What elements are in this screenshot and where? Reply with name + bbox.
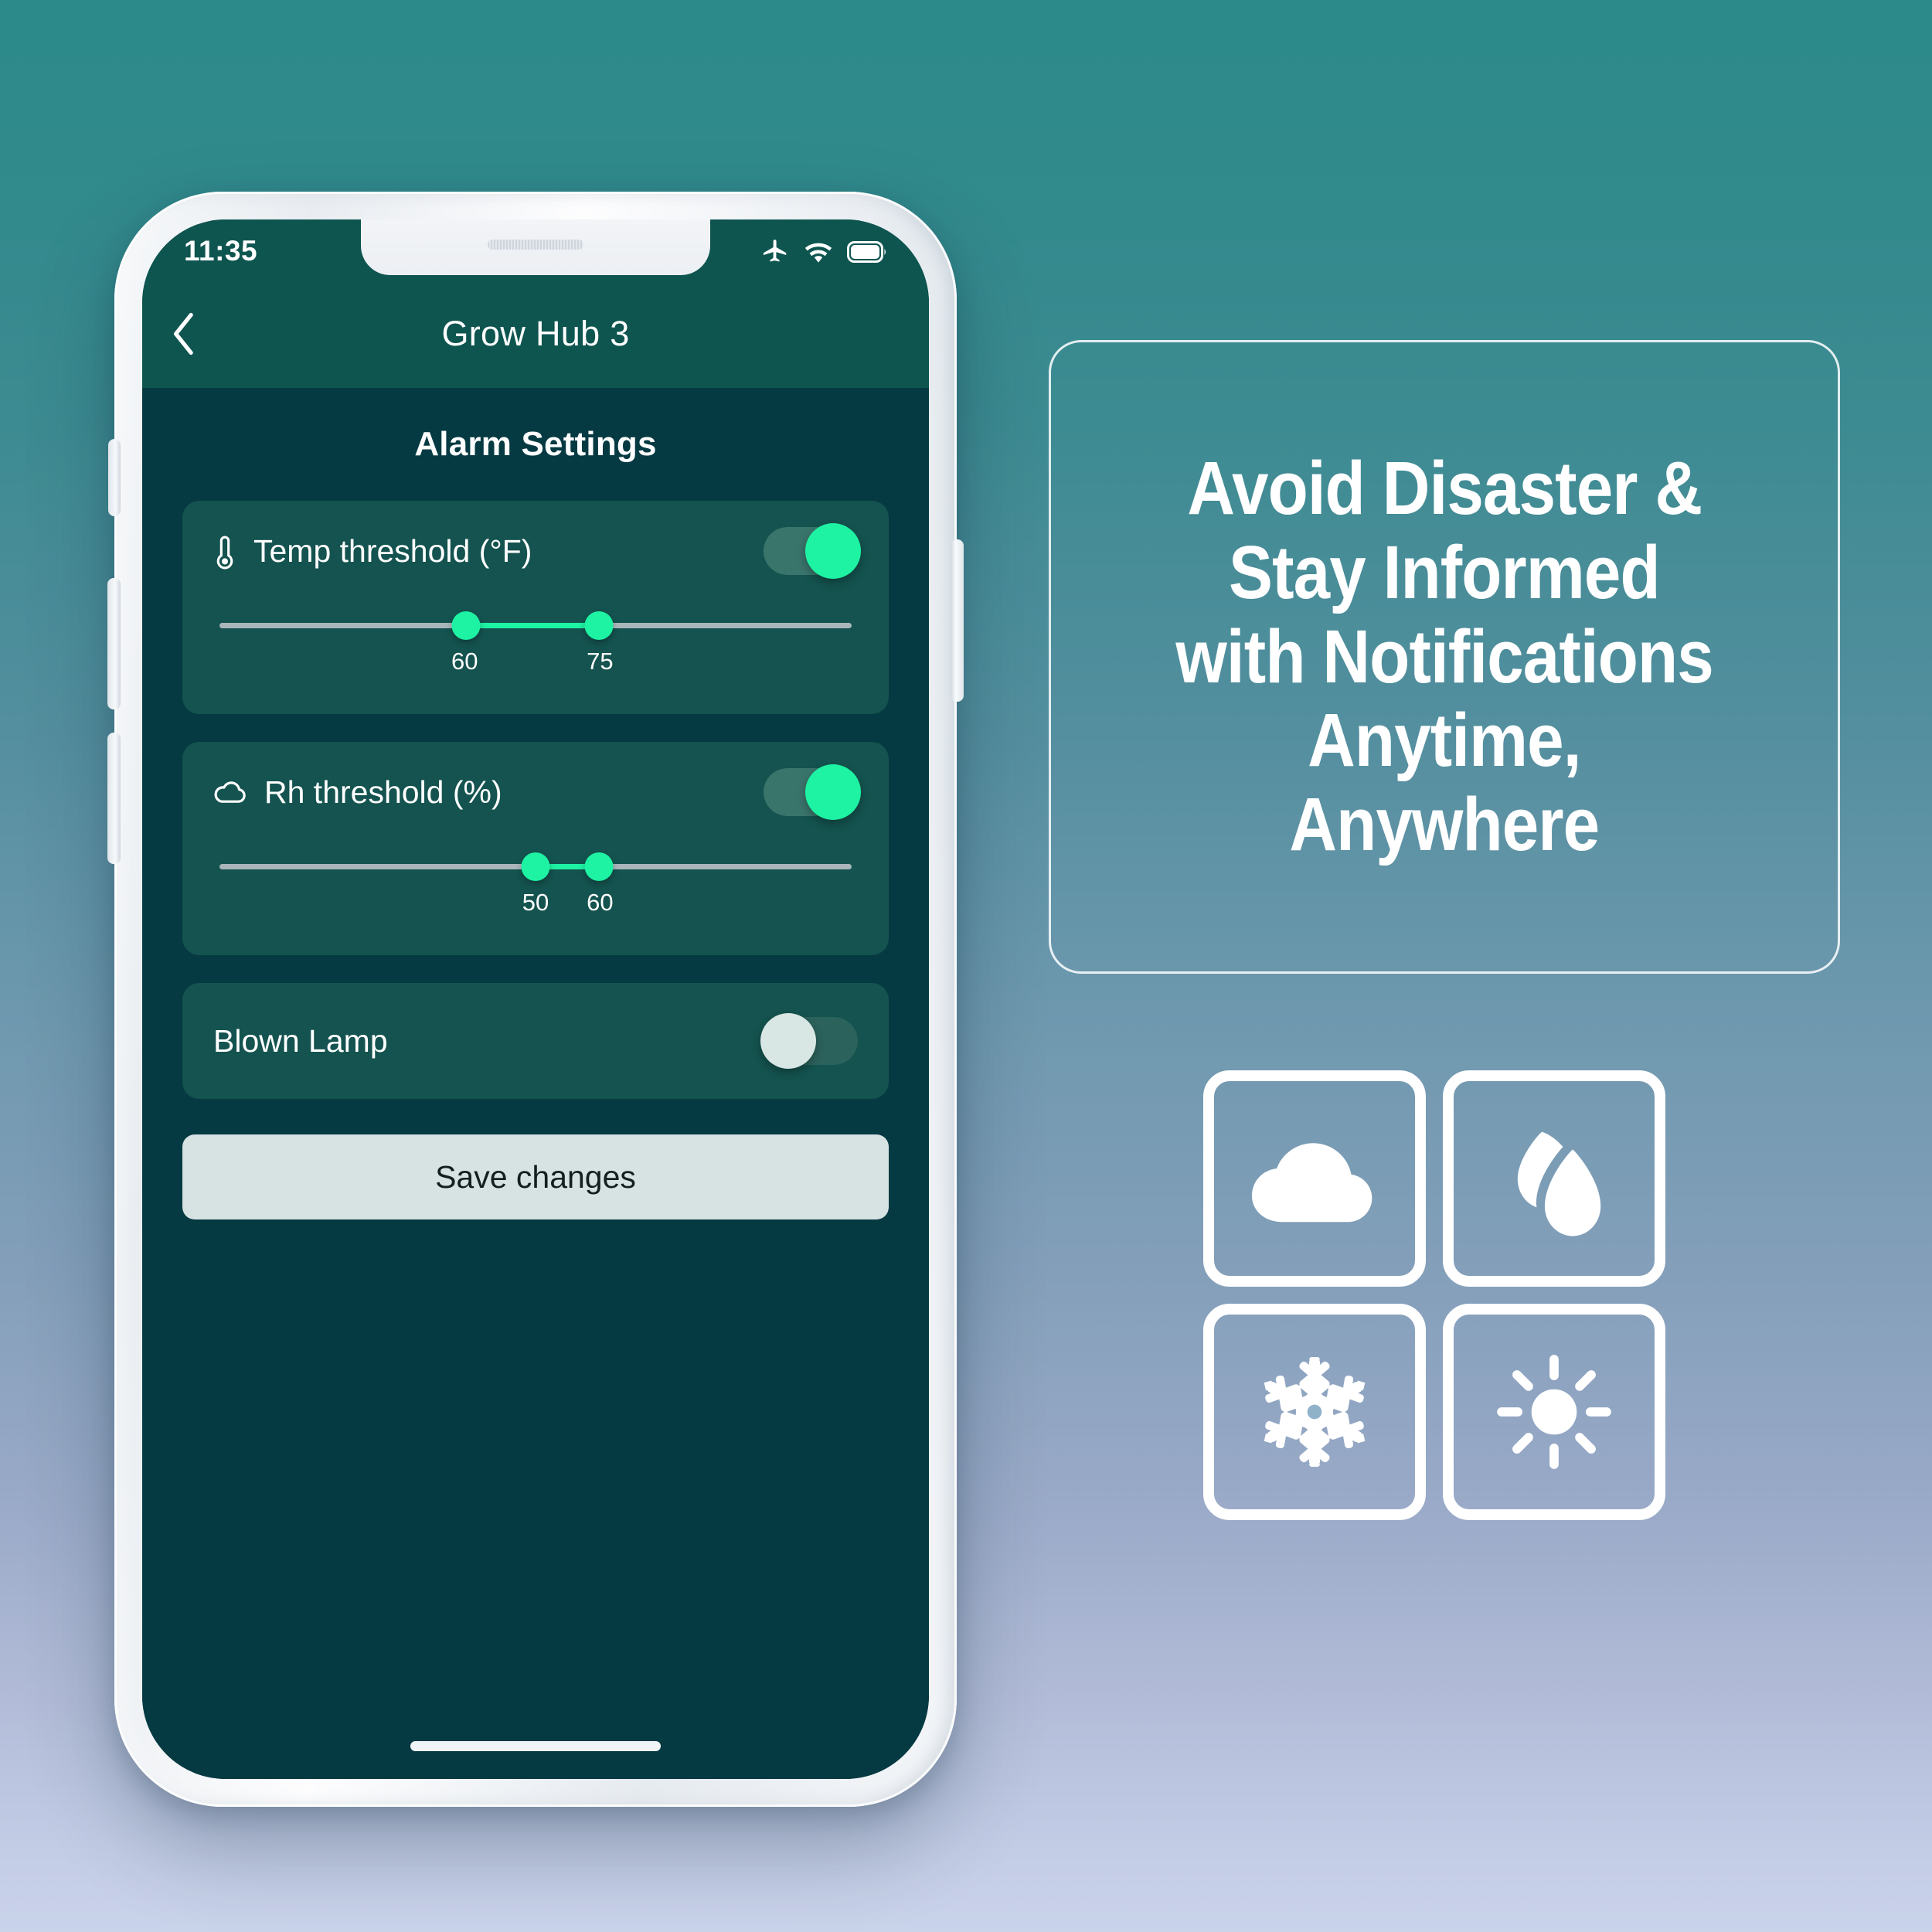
setting-label-group: Rh threshold (%) xyxy=(213,774,502,811)
setting-card-temp-threshold: Temp threshold (°F) 60 75 xyxy=(182,501,889,714)
setting-card-rh-threshold: Rh threshold (%) 50 60 xyxy=(182,742,889,955)
phone-power-button[interactable] xyxy=(951,539,964,702)
setting-label-text: Rh threshold (%) xyxy=(264,774,502,810)
slider-value-high: 75 xyxy=(587,648,614,675)
page-title: Grow Hub 3 xyxy=(441,314,630,353)
earpiece-speaker xyxy=(488,240,583,250)
toggle-knob xyxy=(805,764,861,820)
app-content: Alarm Settings Temp threshold (°F) 60 75… xyxy=(142,388,929,1779)
phone-screen: 11:35 Grow Hub 3 Alarm Settings Temp thr… xyxy=(142,219,929,1779)
toggle-knob xyxy=(805,523,861,579)
toggle-blown-lamp[interactable] xyxy=(760,1013,858,1069)
range-slider-rh[interactable] xyxy=(219,842,852,889)
phone-mockup: 11:35 Grow Hub 3 Alarm Settings Temp thr… xyxy=(107,192,964,1807)
phone-volume-down-button[interactable] xyxy=(107,733,121,864)
status-bar-time: 11:35 xyxy=(184,235,258,267)
slider-area: 50 60 xyxy=(213,842,858,955)
home-indicator[interactable] xyxy=(410,1741,661,1751)
app-navigation-bar: Grow Hub 3 xyxy=(142,280,929,388)
slider-value-labels: 60 75 xyxy=(213,648,858,683)
headline-line-2: Stay Informed xyxy=(1229,530,1661,615)
setting-card-header: Blown Lamp xyxy=(213,983,858,1099)
section-title: Alarm Settings xyxy=(414,425,657,463)
airplane-icon xyxy=(763,240,787,262)
humidity-droplet-icon xyxy=(1517,1131,1600,1236)
save-changes-button[interactable]: Save changes xyxy=(182,1134,889,1219)
snowflake-icon xyxy=(1260,1357,1369,1467)
slider-thumb-high[interactable] xyxy=(584,611,614,640)
headline-line-3: with Notifications xyxy=(1175,614,1713,699)
cloud-icon xyxy=(1251,1142,1372,1222)
promo-headline-box: Avoid Disaster & Stay Informed with Noti… xyxy=(1049,340,1840,974)
slider-track-fill xyxy=(466,623,599,628)
slider-value-low: 60 xyxy=(451,648,478,675)
range-slider-temp[interactable] xyxy=(219,601,852,648)
sun-icon xyxy=(1497,1355,1611,1469)
feature-tile-humidity xyxy=(1443,1070,1665,1287)
headline-line-4: Anytime, xyxy=(1308,698,1581,783)
battery-icon xyxy=(847,241,886,263)
slider-area: 60 75 xyxy=(213,601,858,714)
toggle-temp-threshold[interactable] xyxy=(764,523,861,579)
wifi-icon xyxy=(804,243,832,263)
slider-value-high: 60 xyxy=(587,889,614,916)
phone-mute-switch[interactable] xyxy=(108,439,121,516)
status-bar-icons xyxy=(760,237,887,267)
setting-label-text: Temp threshold (°F) xyxy=(253,532,532,569)
toggle-knob xyxy=(760,1013,816,1069)
slider-thumb-high[interactable] xyxy=(584,852,614,881)
feature-tile-sun xyxy=(1443,1304,1665,1520)
phone-notch xyxy=(361,219,710,275)
feature-tile-snowflake xyxy=(1203,1304,1426,1520)
slider-thumb-low[interactable] xyxy=(521,852,550,881)
setting-label-group: Temp threshold (°F) xyxy=(213,532,532,570)
headline-line-5: Anywhere xyxy=(1289,781,1600,866)
slider-value-low: 50 xyxy=(522,889,549,916)
setting-card-header: Rh threshold (%) xyxy=(213,742,861,842)
setting-label-group: Blown Lamp xyxy=(213,1023,388,1060)
setting-card-header: Temp threshold (°F) xyxy=(213,501,861,601)
slider-value-labels: 50 60 xyxy=(213,889,858,924)
thermometer-icon xyxy=(213,532,236,570)
setting-label-text: Blown Lamp xyxy=(213,1022,388,1059)
cloud-icon xyxy=(213,779,247,805)
slider-thumb-low[interactable] xyxy=(451,611,481,640)
toggle-rh-threshold[interactable] xyxy=(764,764,861,820)
feature-icon-grid xyxy=(1203,1070,1665,1520)
feature-tile-cloud xyxy=(1203,1070,1426,1287)
headline-line-1: Avoid Disaster & xyxy=(1187,446,1702,531)
phone-volume-up-button[interactable] xyxy=(107,578,121,709)
setting-card-blown-lamp: Blown Lamp xyxy=(182,983,889,1099)
